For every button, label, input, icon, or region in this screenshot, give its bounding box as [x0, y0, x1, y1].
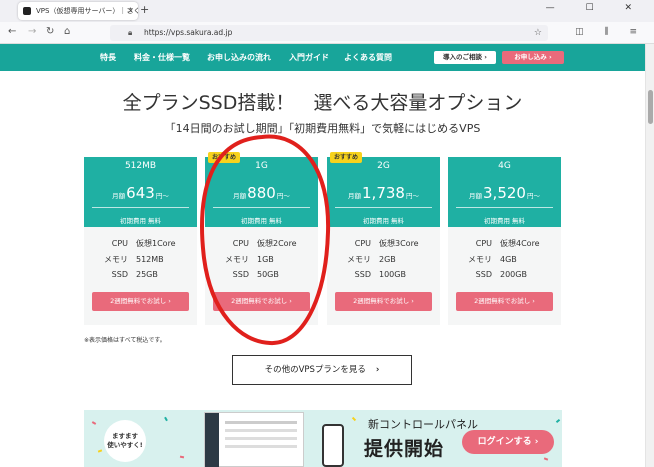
- plan-header: 4G 月額3,520円〜 初期費用 無料: [448, 157, 561, 227]
- nav-item-flow[interactable]: お申し込みの流れ: [207, 52, 271, 63]
- banner-title: 提供開始: [364, 438, 445, 460]
- site-favicon-icon: [23, 7, 31, 15]
- browser-tab[interactable]: VPS（仮想専用サーバー）｜さくらの ×: [18, 2, 138, 20]
- nav-item-features[interactable]: 特長: [100, 52, 116, 63]
- initial-fee: 初期費用 無料: [483, 217, 526, 225]
- spec-ssd: SSD 50GB: [232, 270, 279, 279]
- plan-specs: CPU 仮想2Core メモリ 1GB SSD 50GB: [217, 238, 312, 286]
- divider: [456, 207, 553, 208]
- url-text: https://vps.sakura.ad.jp: [144, 28, 233, 37]
- free-trial-button[interactable]: 2週間無料でお試し ›: [335, 292, 432, 311]
- plan-card-1g: 1G 月額880円〜 初期費用 無料 CPU 仮想2Core メモリ 1GB SSD…: [205, 157, 318, 325]
- spec-ssd: SSD 100GB: [354, 270, 406, 279]
- free-trial-button[interactable]: 2週間無料でお試し ›: [92, 292, 189, 311]
- control-panel-banner[interactable]: ますます 使いやすく! 新コントロールパネル 提供開始 ログインする ›: [84, 410, 562, 467]
- spec-cpu: CPU 仮想4Core: [475, 239, 540, 248]
- plan-price: 月額880円〜: [233, 184, 290, 202]
- consult-button[interactable]: 導入のご相談 ›: [434, 51, 496, 64]
- plan-header: 512MB 月額643円〜 初期費用 無料: [84, 157, 197, 227]
- spec-ssd: SSD 25GB: [111, 270, 158, 279]
- plan-price: 月額1,738円〜: [348, 184, 419, 202]
- initial-fee: 初期費用 無料: [362, 217, 405, 225]
- new-tab-button[interactable]: +: [140, 3, 149, 16]
- plan-header: 2G 月額1,738円〜 初期費用 無料: [327, 157, 440, 227]
- apply-button[interactable]: お申し込み ›: [502, 51, 564, 64]
- toolbar-icons[interactable]: ◫ ⫼ ≡: [575, 27, 646, 37]
- window-controls[interactable]: — ☐ ✕: [546, 3, 646, 13]
- spec-cpu: CPU 仮想1Core: [111, 239, 176, 248]
- plan-specs: CPU 仮想4Core メモリ 4GB SSD 200GB: [460, 238, 555, 286]
- spec-memory: メモリ 4GB: [468, 255, 517, 264]
- tab-close-icon[interactable]: ×: [127, 2, 134, 20]
- page-title: 全プランSSD搭載！ 選べる大容量オプション: [122, 92, 523, 114]
- initial-fee: 初期費用 無料: [119, 217, 162, 225]
- plan-name: 4G: [498, 161, 511, 171]
- tax-note: ※表示価格はすべて税込です。: [84, 337, 166, 344]
- divider: [92, 207, 189, 208]
- banner-bubble: ますます 使いやすく!: [104, 420, 146, 462]
- more-plans-label: その他のVPSプランを見る: [264, 365, 366, 375]
- nav-item-guide[interactable]: 入門ガイド: [289, 52, 329, 63]
- spec-memory: メモリ 512MB: [104, 255, 164, 264]
- banner-login-button[interactable]: ログインする ›: [462, 430, 554, 454]
- plan-card-512mb: 512MB 月額643円〜 初期費用 無料 CPU 仮想1Core メモリ 512M…: [84, 157, 197, 325]
- plan-price: 月額643円〜: [112, 184, 169, 202]
- browser-tab-bar: VPS（仮想専用サーバー）｜さくらの × + — ☐ ✕: [0, 0, 654, 22]
- nav-item-faq[interactable]: よくある質問: [344, 52, 392, 63]
- bookmark-star-icon[interactable]: ☆: [534, 25, 542, 41]
- free-trial-button[interactable]: 2週間無料でお試し ›: [213, 292, 310, 311]
- forward-arrow-icon[interactable]: →: [28, 26, 36, 37]
- control-panel-screenshot: [204, 412, 304, 467]
- nav-item-pricing[interactable]: 料金・仕様一覧: [134, 52, 190, 63]
- banner-subtitle: 新コントロールパネル: [368, 418, 478, 431]
- reload-icon[interactable]: ↻: [46, 26, 54, 37]
- browser-toolbar: ← → ↻ ⌂ 🔒︎ https://vps.sakura.ad.jp ☆ ◫ …: [0, 22, 654, 44]
- back-arrow-icon[interactable]: ←: [8, 26, 16, 37]
- page-scrollbar[interactable]: [645, 44, 654, 467]
- spec-cpu: CPU 仮想3Core: [354, 239, 419, 248]
- plan-card-2g: 2G 月額1,738円〜 初期費用 無料 CPU 仮想3Core メモリ 2GB S…: [327, 157, 440, 325]
- plan-header: 1G 月額880円〜 初期費用 無料: [205, 157, 318, 227]
- plan-name: 512MB: [124, 161, 157, 171]
- page-subtitle: 「14日間のお試し期間」「初期費用無料」で気軽にはじめるVPS: [164, 122, 481, 135]
- address-bar[interactable]: 🔒︎ https://vps.sakura.ad.jp ☆: [110, 25, 548, 41]
- recommended-badge: おすすめ: [208, 152, 240, 163]
- plan-specs: CPU 仮想1Core メモリ 512MB SSD 25GB: [96, 238, 191, 286]
- smartphone-icon: [322, 424, 344, 467]
- scrollbar-thumb[interactable]: [648, 90, 653, 124]
- plan-price: 月額3,520円〜: [469, 184, 540, 202]
- recommended-badge: おすすめ: [330, 152, 362, 163]
- divider: [213, 207, 310, 208]
- plan-card-4g: 4G 月額3,520円〜 初期費用 無料 CPU 仮想4Core メモリ 4GB S…: [448, 157, 561, 325]
- chevron-right-icon: ›: [375, 365, 380, 375]
- spec-memory: メモリ 1GB: [225, 255, 274, 264]
- spec-ssd: SSD 200GB: [475, 270, 527, 279]
- site-navigation: 特長 料金・仕様一覧 お申し込みの流れ 入門ガイド よくある質問 導入のご相談 …: [0, 44, 645, 71]
- divider: [335, 207, 432, 208]
- lock-icon: 🔒︎: [128, 28, 133, 37]
- tab-title: VPS（仮想専用サーバー）｜さくらの: [36, 7, 138, 15]
- initial-fee: 初期費用 無料: [240, 217, 283, 225]
- plan-specs: CPU 仮想3Core メモリ 2GB SSD 100GB: [339, 238, 434, 286]
- spec-memory: メモリ 2GB: [347, 255, 396, 264]
- spec-cpu: CPU 仮想2Core: [232, 239, 297, 248]
- home-icon[interactable]: ⌂: [64, 26, 70, 37]
- more-plans-button[interactable]: その他のVPSプランを見る ›: [232, 355, 412, 385]
- free-trial-button[interactable]: 2週間無料でお試し ›: [456, 292, 553, 311]
